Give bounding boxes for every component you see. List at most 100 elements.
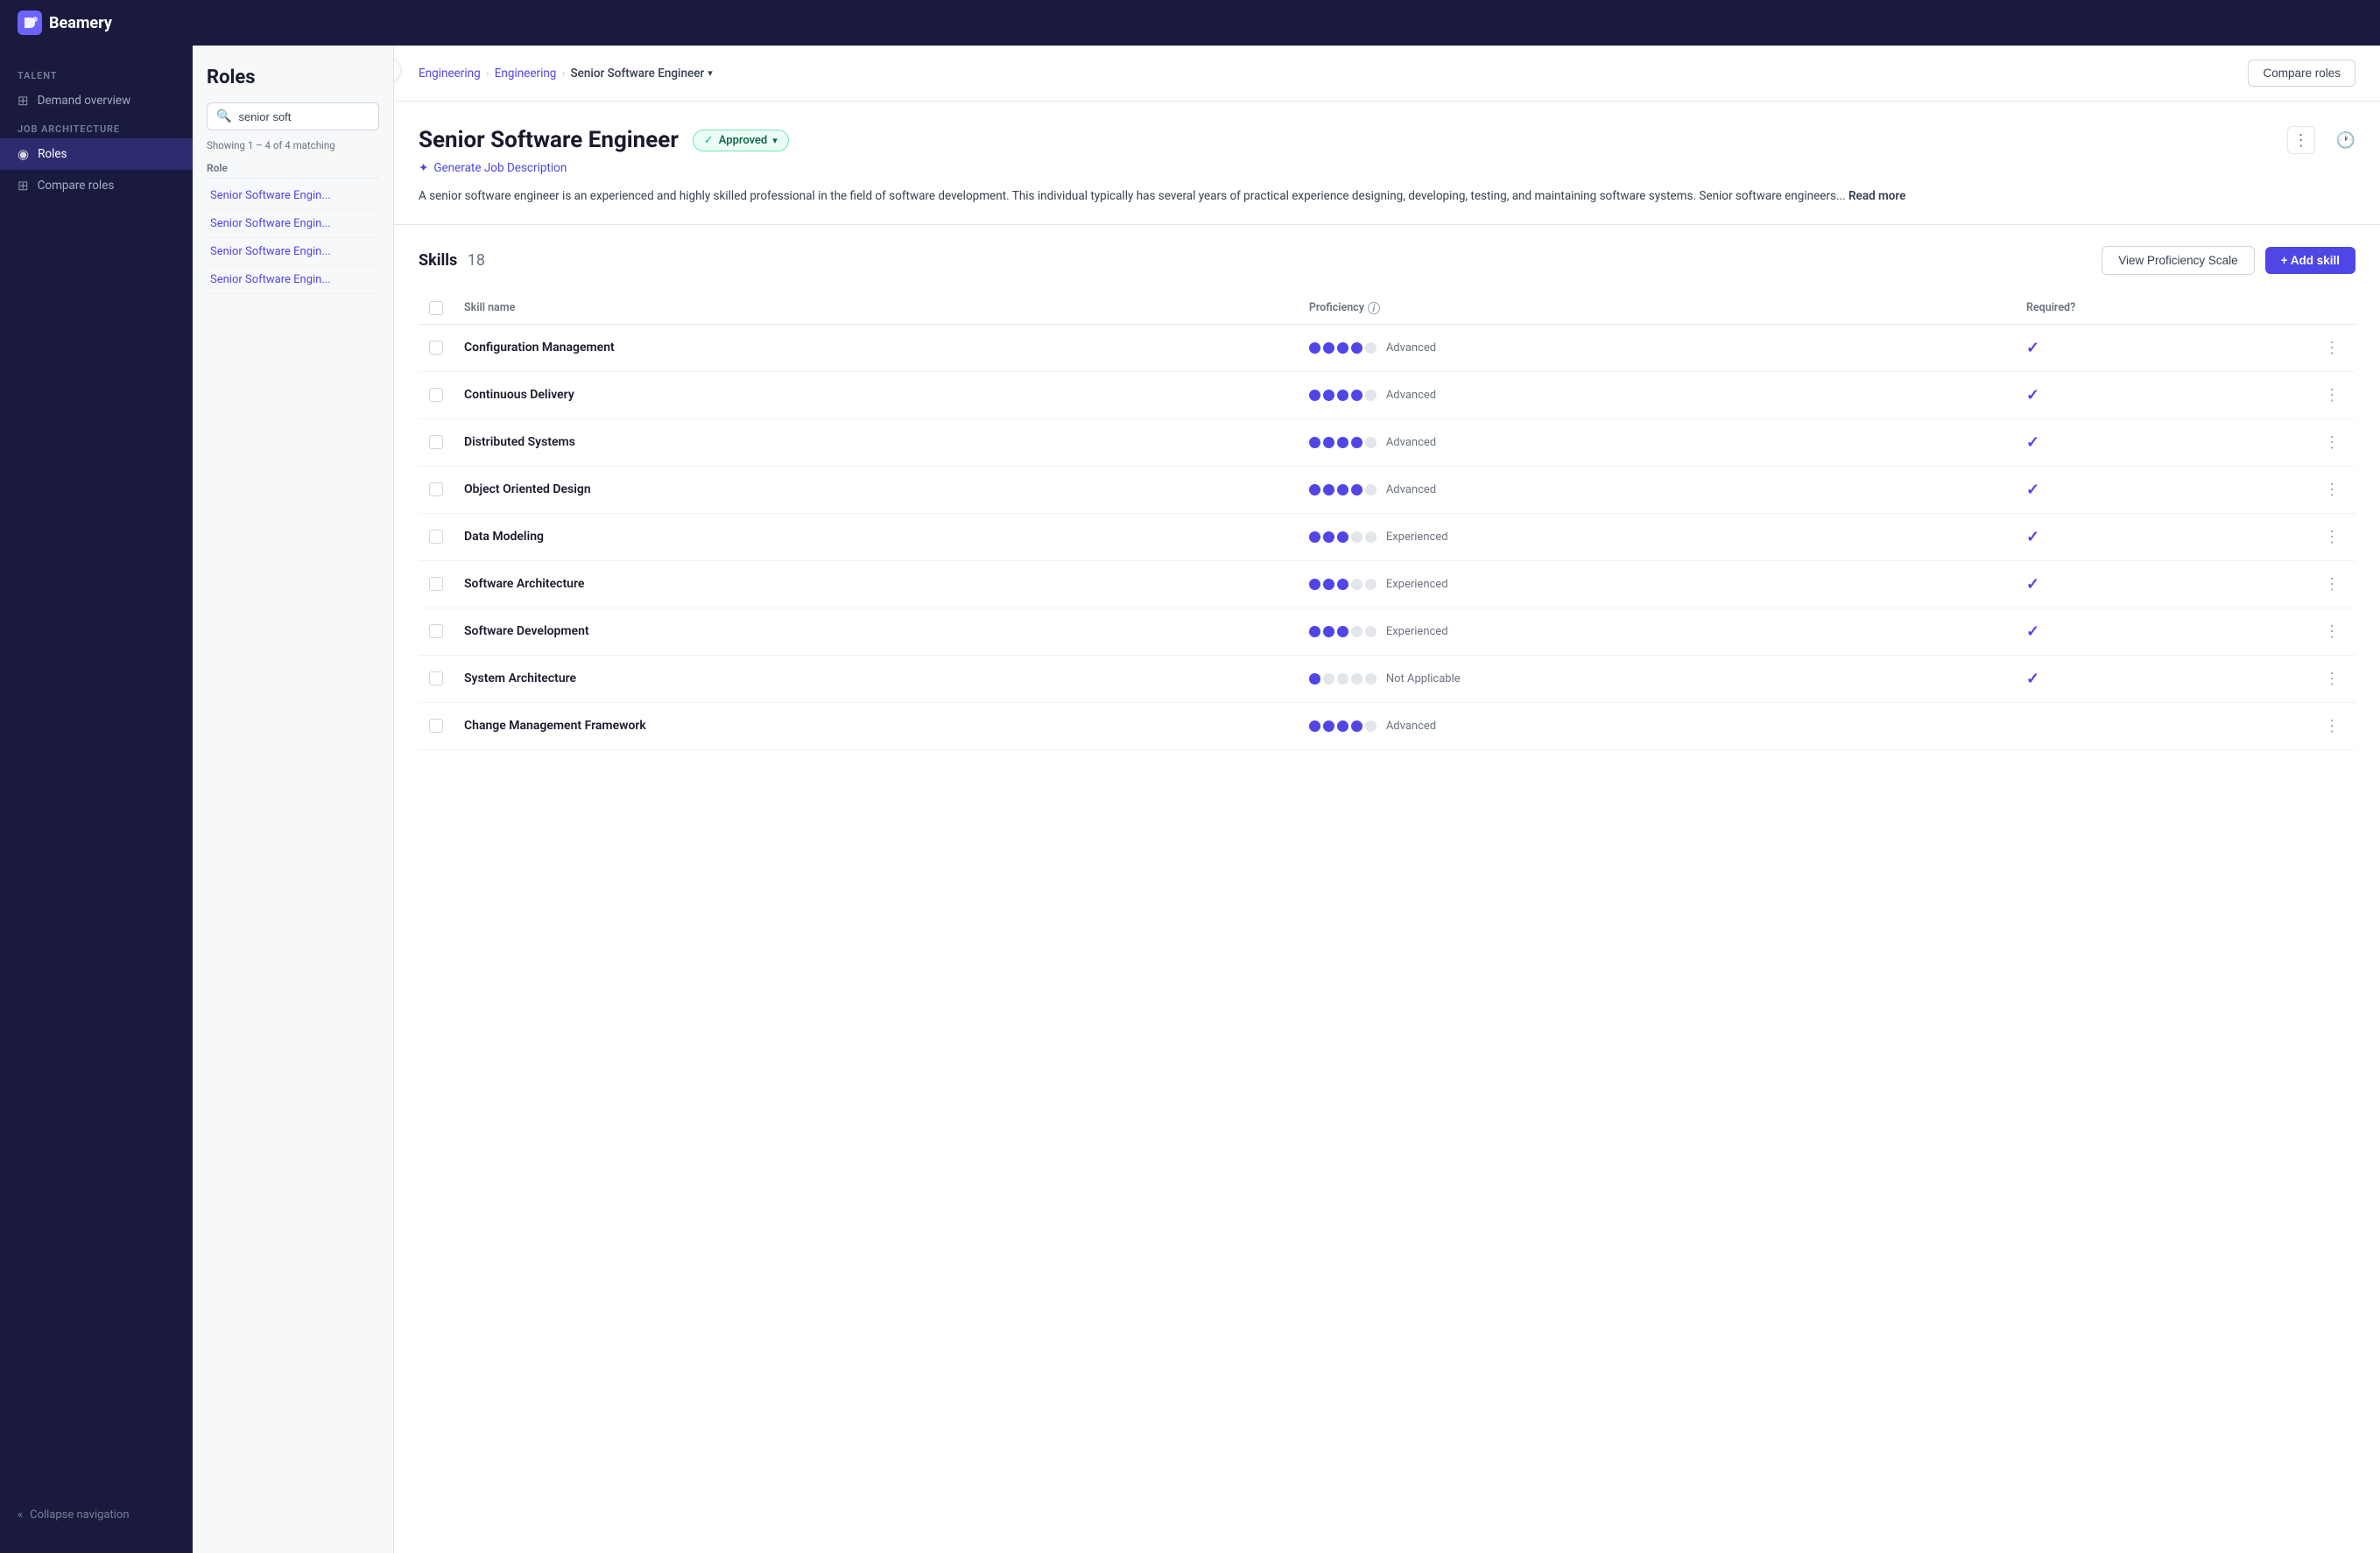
role-list-item[interactable]: Senior Software Engin... — [207, 210, 379, 238]
row-more-options-button[interactable]: ⋮ — [2319, 526, 2345, 548]
sidebar-item-demand[interactable]: ⊞ Demand overview — [0, 85, 193, 116]
read-more-link[interactable]: Read more — [1848, 189, 1905, 203]
generate-job-description-link[interactable]: ✦ Generate Job Description — [419, 161, 2355, 175]
app-logo: Beamery — [18, 11, 112, 35]
breadcrumb: Engineering › Engineering › Senior Softw… — [419, 67, 713, 81]
row-checkbox[interactable] — [429, 482, 443, 496]
role-description: A senior software engineer is an experie… — [419, 187, 2355, 207]
skill-name: Software Architecture — [464, 577, 584, 591]
approved-badge: ✓ Approved ▾ — [693, 130, 789, 151]
row-more-options-button[interactable]: ⋮ — [2319, 479, 2345, 501]
add-skill-button[interactable]: + Add skill — [2265, 247, 2355, 274]
table-row: Change Management FrameworkAdvanced⋮ — [419, 702, 2355, 749]
row-checkbox[interactable] — [429, 719, 443, 733]
sidebar-item-roles[interactable]: ◉ Roles — [0, 138, 193, 170]
table-row: Continuous DeliveryAdvanced✓⋮ — [419, 371, 2355, 418]
search-icon: 🔍 — [216, 109, 231, 123]
collapse-navigation-button[interactable]: « Collapse navigation — [18, 1508, 175, 1521]
close-button[interactable]: ✕ — [394, 58, 401, 82]
role-header: Senior Software Engineer ✓ Approved ▾ ⋮ … — [394, 102, 2380, 225]
search-input[interactable] — [238, 110, 392, 123]
row-more-options-button[interactable]: ⋮ — [2319, 715, 2345, 737]
talent-section-label: TALENT — [0, 63, 193, 85]
proficiency-label: Experienced — [1386, 531, 1448, 544]
top-navigation: Beamery — [0, 0, 2380, 46]
required-check-icon: ✓ — [2026, 528, 2039, 546]
select-all-checkbox[interactable] — [429, 301, 443, 315]
job-arch-section-label: JOB ARCHITECTURE — [0, 116, 193, 138]
skill-name: Data Modeling — [464, 530, 544, 544]
role-more-options-button[interactable]: ⋮ — [2287, 126, 2315, 154]
skills-title-area: Skills 18 — [419, 251, 485, 270]
skills-header: Skills 18 View Proficiency Scale + Add s… — [419, 246, 2355, 275]
approved-chevron-icon: ▾ — [772, 135, 778, 146]
table-row: Configuration ManagementAdvanced✓⋮ — [419, 324, 2355, 371]
demand-icon: ⊞ — [18, 93, 29, 109]
proficiency-dots: Advanced — [1309, 389, 2005, 402]
breadcrumb-engineering1[interactable]: Engineering — [419, 67, 481, 81]
row-checkbox[interactable] — [429, 388, 443, 402]
approved-check-icon: ✓ — [704, 134, 714, 147]
history-button[interactable]: 🕐 — [2336, 131, 2355, 150]
table-row: Distributed SystemsAdvanced✓⋮ — [419, 418, 2355, 466]
table-row: Data Modeling Experienced ✓ ⋮ — [419, 513, 2355, 560]
row-checkbox[interactable] — [429, 530, 443, 544]
skill-name: Continuous Delivery — [464, 388, 574, 402]
proficiency-label: Advanced — [1386, 389, 1436, 402]
skill-name: Distributed Systems — [464, 435, 575, 449]
row-checkbox[interactable] — [429, 341, 443, 355]
row-checkbox[interactable] — [429, 624, 443, 638]
skills-count: 18 — [468, 251, 485, 270]
proficiency-label: Not Applicable — [1386, 672, 1461, 685]
row-checkbox[interactable] — [429, 577, 443, 591]
main-content: Roles 🔍 Showing 1 – 4 of 4 matching Role… — [193, 46, 2380, 1553]
proficiency-label: Experienced — [1386, 578, 1448, 591]
col-required: Required? — [2016, 292, 2308, 325]
proficiency-dots: Advanced — [1309, 341, 2005, 355]
proficiency-info-icon: i — [1368, 302, 1380, 314]
row-more-options-button[interactable]: ⋮ — [2319, 432, 2345, 453]
role-column-header: Role — [207, 158, 379, 179]
detail-panel: ✕ Engineering › Engineering › Senior Sof… — [394, 46, 2380, 1553]
skills-tbody: Configuration ManagementAdvanced✓⋮ Contin… — [419, 324, 2355, 749]
col-proficiency: Proficiency i — [1299, 292, 2016, 325]
row-more-options-button[interactable]: ⋮ — [2319, 573, 2345, 595]
proficiency-label: Advanced — [1386, 341, 1436, 355]
generate-icon: ✦ — [419, 161, 428, 175]
sidebar-item-compare[interactable]: ⊞ Compare roles — [0, 170, 193, 201]
showing-count-text: Showing 1 – 4 of 4 matching — [207, 139, 379, 151]
skill-name: System Architecture — [464, 671, 576, 685]
required-check-icon: ✓ — [2026, 622, 2039, 641]
row-more-options-button[interactable]: ⋮ — [2319, 668, 2345, 690]
skill-name: Object Oriented Design — [464, 482, 591, 496]
breadcrumb-engineering2[interactable]: Engineering — [495, 67, 557, 81]
breadcrumb-chevron-icon: ▾ — [708, 67, 713, 79]
proficiency-dots: Experienced — [1309, 531, 2005, 544]
view-proficiency-scale-button[interactable]: View Proficiency Scale — [2102, 246, 2254, 275]
roles-panel-title: Roles — [207, 67, 379, 88]
roles-list: Senior Software Engin...Senior Software … — [207, 182, 379, 294]
proficiency-dots: Experienced — [1309, 625, 2005, 638]
compare-icon: ⊞ — [18, 178, 29, 193]
table-row: Software DevelopmentExperienced✓⋮ — [419, 608, 2355, 655]
row-more-options-button[interactable]: ⋮ — [2319, 384, 2345, 406]
skills-label: Skills — [419, 251, 457, 270]
role-list-item[interactable]: Senior Software Engin... — [207, 182, 379, 210]
skills-table: Skill name Proficiency i Required? — [419, 292, 2355, 750]
row-more-options-button[interactable]: ⋮ — [2319, 621, 2345, 643]
row-checkbox[interactable] — [429, 671, 443, 685]
required-check-icon: ✓ — [2026, 575, 2039, 594]
col-skill-name: Skill name — [454, 292, 1299, 325]
breadcrumb-current-role: Senior Software Engineer ▾ — [570, 67, 712, 81]
role-list-item[interactable]: Senior Software Engin... — [207, 266, 379, 294]
sidebar: TALENT ⊞ Demand overview JOB ARCHITECTUR… — [0, 46, 193, 1553]
compare-roles-button[interactable]: Compare roles — [2248, 60, 2355, 87]
skills-actions: View Proficiency Scale + Add skill — [2102, 246, 2355, 275]
row-more-options-button[interactable]: ⋮ — [2319, 337, 2345, 359]
role-list-item[interactable]: Senior Software Engin... — [207, 238, 379, 266]
search-box: 🔍 — [207, 102, 379, 130]
required-check-icon: ✓ — [2026, 481, 2039, 499]
skills-section: Skills 18 View Proficiency Scale + Add s… — [394, 225, 2380, 771]
row-checkbox[interactable] — [429, 435, 443, 449]
proficiency-label: Advanced — [1386, 720, 1436, 733]
